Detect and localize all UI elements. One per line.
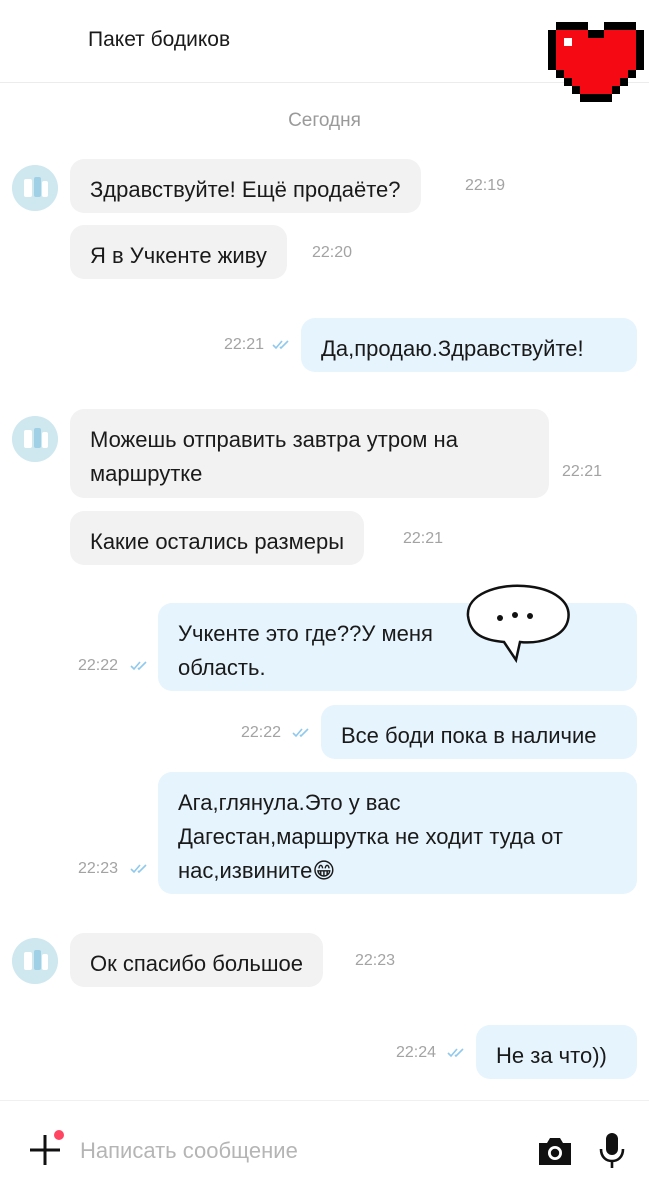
message-text: Я в Учкенте живу xyxy=(90,243,267,268)
message-text-line: нас,извините😁 xyxy=(178,858,336,883)
message-time: 22:21 xyxy=(562,463,603,480)
message-input[interactable] xyxy=(78,1129,512,1173)
avatar[interactable] xyxy=(12,938,58,984)
chat-title[interactable]: Пакет бодиков xyxy=(88,28,230,52)
double-check-icon xyxy=(447,1048,464,1058)
notification-dot xyxy=(54,1130,64,1140)
message-time: 22:23 xyxy=(78,860,119,877)
message-bubble-incoming[interactable]: Какие остались размеры xyxy=(70,511,365,565)
message-text: Ок спасибо большое xyxy=(90,951,304,976)
message-text: Все боди пока в наличие xyxy=(341,723,597,748)
message-text: Здравствуйте! Ещё продаёте? xyxy=(90,177,401,202)
pixel-heart-sticker xyxy=(548,22,644,102)
avatar[interactable] xyxy=(12,416,58,462)
message-text-line: маршрутке xyxy=(90,461,203,486)
avatar-image xyxy=(12,938,58,984)
camera-icon[interactable] xyxy=(536,1134,574,1168)
message-bubble-outgoing[interactable]: Ага,глянула.Это у вас Дагестан,маршрутка… xyxy=(158,772,637,894)
double-check-icon xyxy=(272,340,289,350)
double-check-icon xyxy=(292,728,309,738)
message-time: 22:19 xyxy=(465,177,506,194)
message-bubble-outgoing[interactable]: Не за что)) xyxy=(476,1025,637,1079)
message-bubble-incoming[interactable]: Можешь отправить завтра утром на маршрут… xyxy=(70,409,549,498)
message-time: 22:21 xyxy=(403,530,444,547)
double-check-icon xyxy=(130,864,147,874)
message-time: 22:21 xyxy=(224,336,265,353)
message-time: 22:23 xyxy=(355,952,396,969)
double-check-icon xyxy=(130,661,147,671)
message-bubble-outgoing[interactable]: Да,продаю.Здравствуйте! xyxy=(301,318,637,372)
message-text: Какие остались размеры xyxy=(90,529,345,554)
avatar-image xyxy=(12,165,58,211)
message-bubble-incoming[interactable]: Здравствуйте! Ещё продаёте? xyxy=(70,159,421,213)
message-text: Не за что)) xyxy=(496,1043,607,1068)
message-text: Да,продаю.Здравствуйте! xyxy=(321,336,584,361)
message-bubble-incoming[interactable]: Я в Учкенте живу xyxy=(70,225,287,279)
avatar[interactable] xyxy=(12,165,58,211)
message-composer xyxy=(0,1100,649,1201)
message-text-line: Дагестан,маршрутка не ходит туда от xyxy=(178,824,563,849)
message-bubble-outgoing[interactable]: Все боди пока в наличие xyxy=(321,705,637,759)
message-time: 22:22 xyxy=(78,657,119,674)
microphone-icon[interactable] xyxy=(598,1131,626,1171)
message-time: 22:24 xyxy=(396,1044,437,1061)
message-bubble-incoming[interactable]: Ок спасибо большое xyxy=(70,933,324,987)
message-time: 22:20 xyxy=(312,244,353,261)
message-text-line: Можешь отправить завтра утром на xyxy=(90,427,458,452)
message-text-line: Ага,глянула.Это у вас xyxy=(178,790,401,815)
message-time: 22:22 xyxy=(241,724,282,741)
date-separator: Сегодня xyxy=(288,110,361,131)
thought-bubble-sticker xyxy=(466,584,570,664)
avatar-image xyxy=(12,416,58,462)
